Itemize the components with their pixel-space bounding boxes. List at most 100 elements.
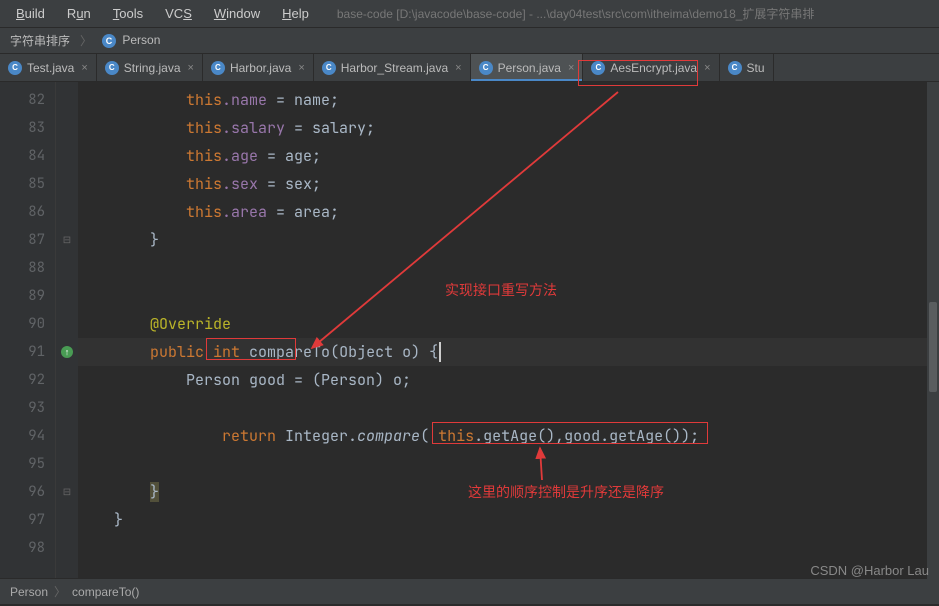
close-icon[interactable]: × (704, 62, 710, 74)
chevron-right-icon: 〉 (80, 32, 92, 49)
menu-help[interactable]: Help (274, 3, 317, 24)
tab-test[interactable]: C Test.java × (0, 54, 97, 81)
class-icon: C (479, 61, 493, 75)
line-number: 89 (0, 282, 55, 310)
line-number: 85 (0, 170, 55, 198)
menu-vcs[interactable]: VCS (157, 3, 200, 24)
title-path: base-code [D:\javacode\base-code] - ...\… (337, 5, 815, 22)
field: .salary (222, 118, 285, 138)
tab-string[interactable]: C String.java × (97, 54, 203, 81)
status-class[interactable]: Person (10, 585, 48, 599)
code-text: = salary; (285, 118, 375, 138)
keyword: this (186, 90, 222, 110)
tab-aesencrypt[interactable]: C AesEncrypt.java × (583, 54, 719, 81)
fold-icon[interactable]: ⊟ (63, 487, 71, 498)
override-icon[interactable] (61, 346, 73, 358)
watermark: CSDN @Harbor Lau (810, 563, 929, 578)
class-icon: C (591, 61, 605, 75)
code-text: ( (420, 426, 438, 446)
close-icon[interactable]: × (81, 62, 87, 74)
class-icon: C (211, 61, 225, 75)
tab-harbor-stream[interactable]: C Harbor_Stream.java × (314, 54, 471, 81)
line-number: 94 (0, 422, 55, 450)
breadcrumb-label: Person (122, 33, 160, 47)
tab-label: AesEncrypt.java (610, 61, 697, 75)
menu-tools[interactable]: Tools (105, 3, 151, 24)
status-method[interactable]: compareTo() (72, 585, 139, 599)
code-text: .getAge(),good.getAge()); (474, 426, 699, 446)
tab-label: Harbor_Stream.java (341, 61, 448, 75)
class-icon: C (728, 61, 742, 75)
gutter-icons: ⊟ ⊟ (56, 82, 78, 578)
class-icon: C (322, 61, 336, 75)
breadcrumb-item[interactable]: 字符串排序 (4, 30, 76, 51)
line-number: 97 (0, 506, 55, 534)
menu-run[interactable]: Run (59, 3, 99, 24)
code-area[interactable]: this.name = name; this.salary = salary; … (78, 82, 939, 578)
keyword: public (150, 342, 213, 362)
close-icon[interactable]: × (455, 62, 461, 74)
field: .sex (222, 174, 258, 194)
fold-icon[interactable]: ⊟ (63, 235, 71, 246)
keyword: this (186, 146, 222, 166)
breadcrumb-item[interactable]: C Person (96, 31, 166, 50)
line-number: 90 (0, 310, 55, 338)
keyword: this (186, 174, 222, 194)
field: .name (222, 90, 267, 110)
class-icon: C (102, 34, 116, 48)
line-number: 86 (0, 198, 55, 226)
line-number: 91 (0, 338, 55, 366)
line-number: 95 (0, 450, 55, 478)
keyword: this (186, 118, 222, 138)
code-text: } (78, 506, 939, 534)
code-text: Integer. (285, 426, 357, 446)
editor-area[interactable]: 82 83 84 85 86 87 88 89 90 91 92 93 94 9… (0, 82, 939, 578)
code-text: = age; (258, 146, 321, 166)
line-number: 84 (0, 142, 55, 170)
tab-person[interactable]: CPerson.java× (471, 54, 584, 81)
close-icon[interactable]: × (298, 62, 304, 74)
code-text: = sex; (258, 174, 321, 194)
tab-stu[interactable]: C Stu (720, 54, 774, 81)
line-number: 88 (0, 254, 55, 282)
field: .area (222, 202, 267, 222)
line-number: 82 (0, 86, 55, 114)
breadcrumb: 字符串排序 〉 C Person (0, 28, 939, 54)
line-number: 93 (0, 394, 55, 422)
line-number: 96 (0, 478, 55, 506)
tab-harbor[interactable]: C Harbor.java × (203, 54, 314, 81)
tab-label: Test.java (27, 61, 74, 75)
menu-build[interactable]: Build (8, 3, 53, 24)
line-number-gutter: 82 83 84 85 86 87 88 89 90 91 92 93 94 9… (0, 82, 56, 578)
tab-label: Stu (747, 61, 765, 75)
close-icon[interactable]: × (568, 62, 574, 74)
field: .age (222, 146, 258, 166)
code-text: (Object o) { (330, 342, 438, 362)
close-icon[interactable]: × (188, 62, 194, 74)
line-number: 83 (0, 114, 55, 142)
method-name: compareTo (249, 342, 330, 362)
code-text: = name; (267, 90, 339, 110)
code-text: = area; (267, 202, 339, 222)
scrollbar[interactable] (927, 82, 939, 580)
keyword: this (186, 202, 222, 222)
class-icon: C (105, 61, 119, 75)
line-number: 98 (0, 534, 55, 562)
menu-window[interactable]: Window (206, 3, 268, 24)
method-call: compare (357, 426, 420, 446)
class-icon: C (8, 61, 22, 75)
tab-label: String.java (124, 61, 181, 75)
keyword: int (213, 342, 249, 362)
keyword: return (222, 426, 285, 446)
menu-bar: Build Run Tools VCS Window Help base-cod… (0, 0, 939, 28)
keyword: this (438, 426, 474, 446)
chevron-right-icon: 〉 (54, 583, 66, 600)
code-text: Person good = (Person) o; (78, 366, 939, 394)
code-text: } (78, 226, 939, 254)
scroll-thumb[interactable] (929, 302, 937, 392)
status-bar: Person 〉 compareTo() (0, 578, 939, 604)
tab-label: Harbor.java (230, 61, 291, 75)
annotation: @Override (150, 314, 231, 334)
line-number: 87 (0, 226, 55, 254)
line-number: 92 (0, 366, 55, 394)
